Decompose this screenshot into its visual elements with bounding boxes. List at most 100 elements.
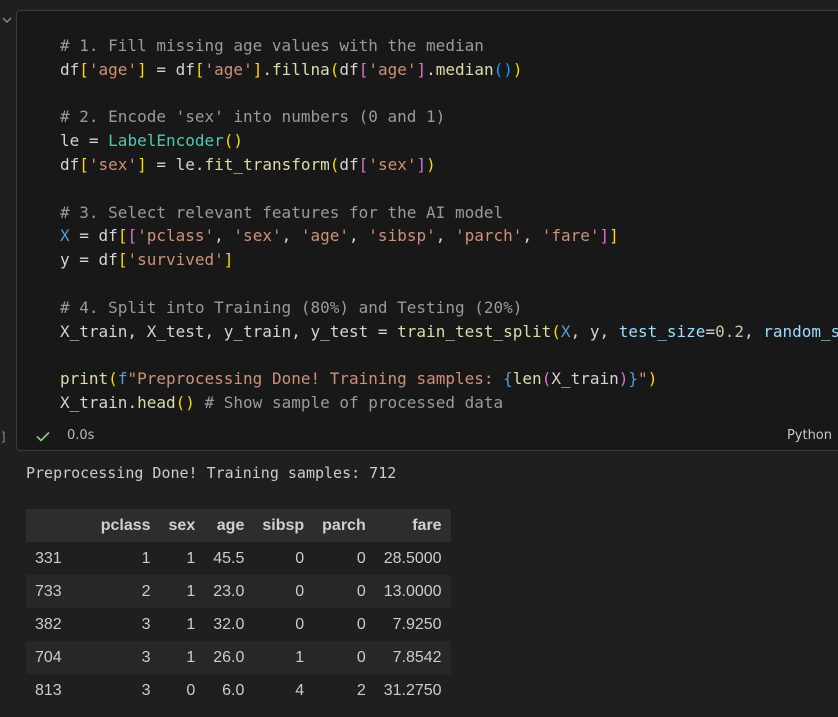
table-cell: 1 — [141, 549, 151, 567]
code-token: print — [60, 369, 109, 389]
table-cell: 31.2750 — [383, 681, 442, 699]
code-line: X_train.head() # Show sample of processe… — [60, 391, 838, 415]
code-token: df — [98, 226, 118, 246]
code-token: ( — [108, 369, 118, 389]
code-line: df['sex'] = le.fit_transform(df['sex']) — [60, 153, 838, 177]
code-token: ] — [416, 154, 427, 174]
code-token: 'sex' — [368, 154, 417, 174]
code-token: = — [79, 131, 109, 151]
code-token: 'age' — [88, 59, 138, 79]
table-cell: 45.5 — [213, 549, 245, 567]
code-token: = — [705, 321, 716, 341]
table-cell: 28.5000 — [383, 549, 442, 567]
code-token: X — [560, 321, 571, 341]
column-header-pclass: pclass — [100, 516, 151, 534]
code-editor[interactable]: # 1. Fill missing age values with the me… — [60, 34, 838, 415]
table-row: 331 1 1 45.5 0 0 28.5000 — [26, 542, 451, 575]
code-line: # 4. Split into Training (80%) and Testi… — [60, 296, 838, 320]
notebook-page: # 1. Fill missing age values with the me… — [0, 0, 838, 717]
code-token: ] — [137, 154, 147, 174]
cell-status-bar: 0.0s Python — [16, 418, 838, 452]
code-token: fit_transform — [204, 154, 330, 174]
code-token: ) — [512, 59, 523, 79]
cell-language[interactable]: Python — [787, 428, 832, 443]
table-cell: 1 — [186, 582, 196, 600]
code-line: # 2. Encode 'sex' into numbers (0 and 1) — [60, 105, 838, 129]
code-token: df — [339, 154, 359, 174]
table-cell: 3 — [141, 615, 151, 633]
code-token: () — [175, 392, 195, 412]
code-token: # 4. Split into Training (80%) and Testi… — [60, 297, 523, 317]
table-cell: 13.0000 — [383, 582, 442, 600]
code-token: [ — [358, 154, 369, 174]
column-header-fare: fare — [412, 516, 442, 534]
table-header-row: pclass sex age sibsp parch fare — [26, 509, 451, 542]
code-token: ] — [609, 226, 619, 246]
code-token: ] — [252, 59, 263, 79]
code-line: le = LabelEncoder() — [60, 129, 838, 153]
table-row: 813 3 0 6.0 4 2 31.2750 — [26, 674, 451, 707]
code-token: ] — [223, 250, 234, 270]
execution-count: ] — [0, 430, 8, 444]
code-token: fillna — [271, 59, 330, 79]
code-token: 'age' — [300, 226, 350, 246]
code-token: . — [127, 392, 138, 412]
code-token: 'sibsp' — [368, 226, 436, 246]
column-header-sex: sex — [168, 516, 196, 534]
code-line: df['age'] = df['age'].fillna(df['age'].m… — [60, 58, 838, 82]
code-token: = — [368, 321, 398, 341]
table-cell: 1 — [295, 648, 305, 666]
cell-output-text: Preprocessing Done! Training samples: 71… — [26, 464, 397, 482]
code-token: # 2. Encode 'sex' into numbers (0 and 1) — [60, 107, 446, 127]
code-token: [ — [117, 226, 128, 246]
code-token: () — [493, 59, 513, 79]
table-cell: 7.9250 — [392, 615, 442, 633]
code-token: " — [638, 369, 648, 389]
check-icon — [36, 431, 50, 442]
code-line: X = df[['pclass', 'sex', 'age', 'sibsp',… — [60, 224, 838, 248]
code-token: , — [214, 226, 234, 246]
code-token: ) — [426, 154, 436, 174]
code-token: "Preprocessing Done! Training samples: — [127, 369, 504, 389]
code-token: # Show sample of processed data — [194, 392, 504, 412]
table-cell: 23.0 — [213, 582, 245, 600]
code-token: le — [60, 131, 80, 151]
code-token: 'parch' — [455, 226, 523, 246]
execution-duration: 0.0s — [67, 428, 95, 443]
code-token: X — [60, 226, 70, 246]
row-index: 733 — [35, 582, 62, 600]
code-token: 0.2 — [715, 321, 744, 341]
code-token: [ — [358, 59, 369, 79]
chevron-down-icon[interactable] — [1, 14, 13, 26]
table-cell: 0 — [356, 582, 366, 600]
code-token: df — [98, 250, 118, 270]
code-token: # 3. Select relevant features for the AI… — [60, 202, 504, 222]
code-token: , — [349, 226, 369, 246]
row-index: 331 — [35, 549, 62, 567]
code-token: f — [117, 369, 128, 389]
code-token: , — [281, 226, 301, 246]
code-token: df — [60, 59, 80, 79]
code-cell[interactable]: # 1. Fill missing age values with the me… — [16, 10, 838, 451]
code-token: . — [426, 59, 436, 79]
code-token: = — [146, 154, 176, 174]
code-line: print(f"Preprocessing Done! Training sam… — [60, 367, 838, 391]
code-token: df — [60, 154, 80, 174]
code-token: X_train — [60, 392, 128, 412]
code-token: [ — [79, 154, 89, 174]
index-header — [26, 509, 92, 542]
row-index: 704 — [35, 648, 62, 666]
table-cell: 0 — [295, 549, 305, 567]
code-token: ( — [329, 59, 340, 79]
code-token: , — [435, 226, 455, 246]
table-cell: 0 — [356, 549, 366, 567]
table-cell: 6.0 — [222, 681, 245, 699]
table-cell: 0 — [186, 681, 196, 699]
code-token: 'survived' — [127, 250, 224, 270]
table-cell: 0 — [356, 615, 366, 633]
code-token: [ — [79, 59, 89, 79]
code-token: df — [175, 59, 195, 79]
code-line: # 1. Fill missing age values with the me… — [60, 34, 838, 58]
